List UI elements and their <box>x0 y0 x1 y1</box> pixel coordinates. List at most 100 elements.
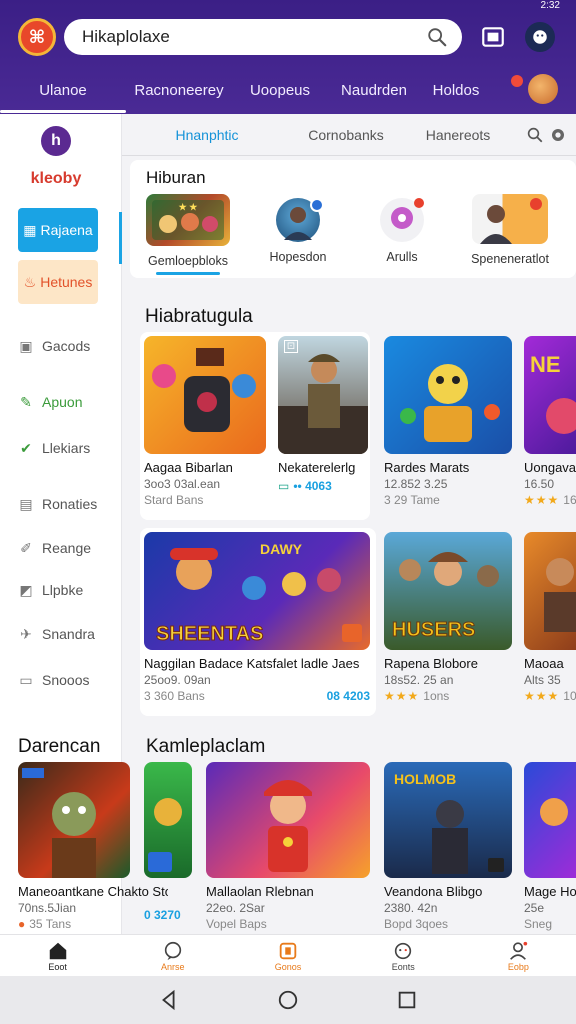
svg-text:NE: NE <box>530 352 561 377</box>
badge-icon: ⚀ <box>284 340 298 353</box>
game-thumbnail <box>384 336 512 454</box>
game-title: Uongava <box>524 460 576 475</box>
game-art-image <box>278 354 368 454</box>
game-meta: Vopel Baps <box>206 917 267 931</box>
sidebar-button-hetunes[interactable]: ♨ Hetunes <box>18 260 98 304</box>
game-meta: 3 29 Tame <box>384 493 440 507</box>
game-item[interactable]: DAWY SHEENTAS Naggilan Badace Katsfalet l… <box>144 532 370 703</box>
sidebar-section-title: Darencan <box>18 736 101 757</box>
nav-explore[interactable]: Anrse <box>115 935 230 976</box>
category-label: Arulls <box>386 250 418 264</box>
sidebar-button-rajaena[interactable]: ▦ Rajaena <box>18 208 98 252</box>
account-avatar[interactable] <box>525 22 555 52</box>
tab-new[interactable]: Naudrden <box>328 82 420 99</box>
game-item[interactable]: Mallaolan Rlebnan 22eo. 2Sar Vopel Baps <box>206 762 370 931</box>
game-subtitle: 12.852 3.25 <box>384 477 448 491</box>
game-item[interactable]: Rardes Marats 12.852 3.25 3 29 Tame <box>384 336 512 507</box>
game-item[interactable]: ⚀ Nekaterelerlg ▭ •• 4063 <box>278 336 368 493</box>
settings-icon[interactable] <box>550 127 566 143</box>
category-item[interactable]: Arulls <box>362 198 442 264</box>
game-subtitle: 16.50 <box>524 477 555 491</box>
game-meta: ★★★ 1ons <box>384 689 512 703</box>
game-art-image <box>544 558 576 632</box>
plane-icon: ✈ <box>20 625 32 642</box>
sidebar-item-llpbke[interactable]: ◩ Llpbke <box>18 582 83 599</box>
category-thumbnail <box>472 194 548 244</box>
game-subtitle: 25oo9. 09an <box>144 673 211 687</box>
game-thumbnail <box>524 532 576 650</box>
back-icon[interactable] <box>158 989 180 1011</box>
tab-recommended[interactable]: Racnoneerey <box>126 82 232 99</box>
svg-text:HOLMOB: HOLMOB <box>394 771 456 787</box>
sidebar-item-label: Reange <box>42 540 92 556</box>
sidebar-item-apuon[interactable]: ✎ Apuon <box>18 394 83 411</box>
profile-avatar[interactable] <box>528 74 558 104</box>
nav-events[interactable]: Eonts <box>346 935 461 976</box>
game-item[interactable]: HUSERS Rapena Blobore 18s52. 25 an ★★★ 1o… <box>384 532 512 703</box>
subtab-1[interactable]: Hnanphtic <box>122 127 292 143</box>
sidebar-item-ronaties[interactable]: ▤ Ronaties <box>18 496 97 513</box>
subtab-2[interactable]: Cornobanks <box>292 127 400 143</box>
sidebar-item-snandra[interactable]: ✈ Snandra <box>18 625 95 643</box>
app-logo-icon[interactable]: ⌘ <box>18 18 56 56</box>
game-title: Maoaa <box>524 656 564 671</box>
sidebar-selection-indicator <box>119 212 122 264</box>
game-card[interactable]: DAWY SHEENTAS Naggilan Badace Katsfalet l… <box>140 528 376 716</box>
game-title: Rardes Marats <box>384 460 470 475</box>
sidebar-item-label: Apuon <box>42 394 83 410</box>
game-item[interactable]: Maoaa Alts 35 ★★★ 10 <box>524 532 576 703</box>
game-subtitle: 3oo3 03al.ean <box>144 477 221 491</box>
sidebar-item-gacods[interactable]: ▣ Gacods <box>18 338 91 355</box>
tab-popular[interactable]: Uoopeus <box>232 82 328 99</box>
game-meta-value: 16 <box>563 493 576 507</box>
sidebar-item-label: Gacods <box>42 338 91 354</box>
search-input[interactable] <box>82 27 426 47</box>
game-art-image <box>400 364 500 442</box>
notification-dot <box>511 75 523 87</box>
nav-label: Gonos <box>274 961 302 972</box>
sidebar-item-reange[interactable]: ✐ Reange <box>18 540 92 557</box>
nav-profile[interactable]: Eobp <box>461 935 576 976</box>
game-item[interactable]: HOLMOB Veandona Blibgo 2380. 42n Bopd 3q… <box>384 762 512 931</box>
tab-holdos[interactable]: Holdos <box>420 82 492 99</box>
tab-home[interactable]: Ulanoe <box>0 82 126 113</box>
category-item[interactable]: Speneneratlot <box>460 194 560 266</box>
subtab-3[interactable]: Hanereots <box>400 127 516 143</box>
game-art-image: ★ ★ <box>152 200 224 240</box>
search-bar[interactable] <box>64 19 462 55</box>
game-subtitle: 2380. 42n <box>384 901 438 915</box>
game-art-image <box>148 798 182 872</box>
search-icon[interactable] <box>426 26 448 48</box>
game-meta: ▭ •• 4063 <box>278 479 368 493</box>
game-item[interactable]: NE Uongava 16.50 ★★★ 16 <box>524 336 576 507</box>
home-circle-icon[interactable] <box>277 989 299 1011</box>
game-thumbnail <box>206 762 370 878</box>
game-thumbnail: HUSERS <box>384 532 512 650</box>
game-item[interactable]: Aagaa Bibarlan 3oo3 03al.ean Stard Bans <box>144 336 266 507</box>
nav-games[interactable]: Gonos <box>230 935 345 976</box>
game-meta: 0 3270 <box>144 908 192 922</box>
sidebar-logo-icon[interactable]: h <box>41 126 71 156</box>
nav-home[interactable]: Eoot <box>0 935 115 976</box>
rating-stars: ★★★ <box>524 493 560 507</box>
games-box-icon <box>279 942 297 959</box>
recents-icon[interactable] <box>396 989 418 1011</box>
game-meta: 3 360 Bans 08 4203 <box>144 689 370 703</box>
game-item[interactable]: Mage Ho 25e Sneg <box>524 762 576 931</box>
cast-icon[interactable] <box>480 24 506 50</box>
category-item[interactable]: ★ ★ Gemloepbloks <box>146 194 230 275</box>
game-title: Nekaterelerlg <box>278 460 356 475</box>
fire-icon: ♨ <box>23 273 37 290</box>
sidebar-item-llekiars[interactable]: ✔ Llekiars <box>18 440 91 457</box>
category-avatar <box>276 198 324 242</box>
sidebar-item-label: Llekiars <box>42 440 91 456</box>
category-item[interactable]: Hopesdon <box>252 198 344 264</box>
sidebar-button-label: Hetunes <box>40 274 93 290</box>
game-title: Naggilan Badace Katsfalet ladle Jaes <box>144 656 360 671</box>
system-navigation-bar <box>0 976 576 1024</box>
sidebar-item-snooos[interactable]: ▭ Snooos <box>18 672 89 689</box>
main-tabs: Ulanoe Racnoneerey Uoopeus Naudrden Hold… <box>0 68 576 113</box>
game-item[interactable]: 0 3270 <box>144 762 192 922</box>
search-icon[interactable] <box>526 126 544 144</box>
game-card[interactable]: Aagaa Bibarlan 3oo3 03al.ean Stard Bans … <box>140 332 370 520</box>
